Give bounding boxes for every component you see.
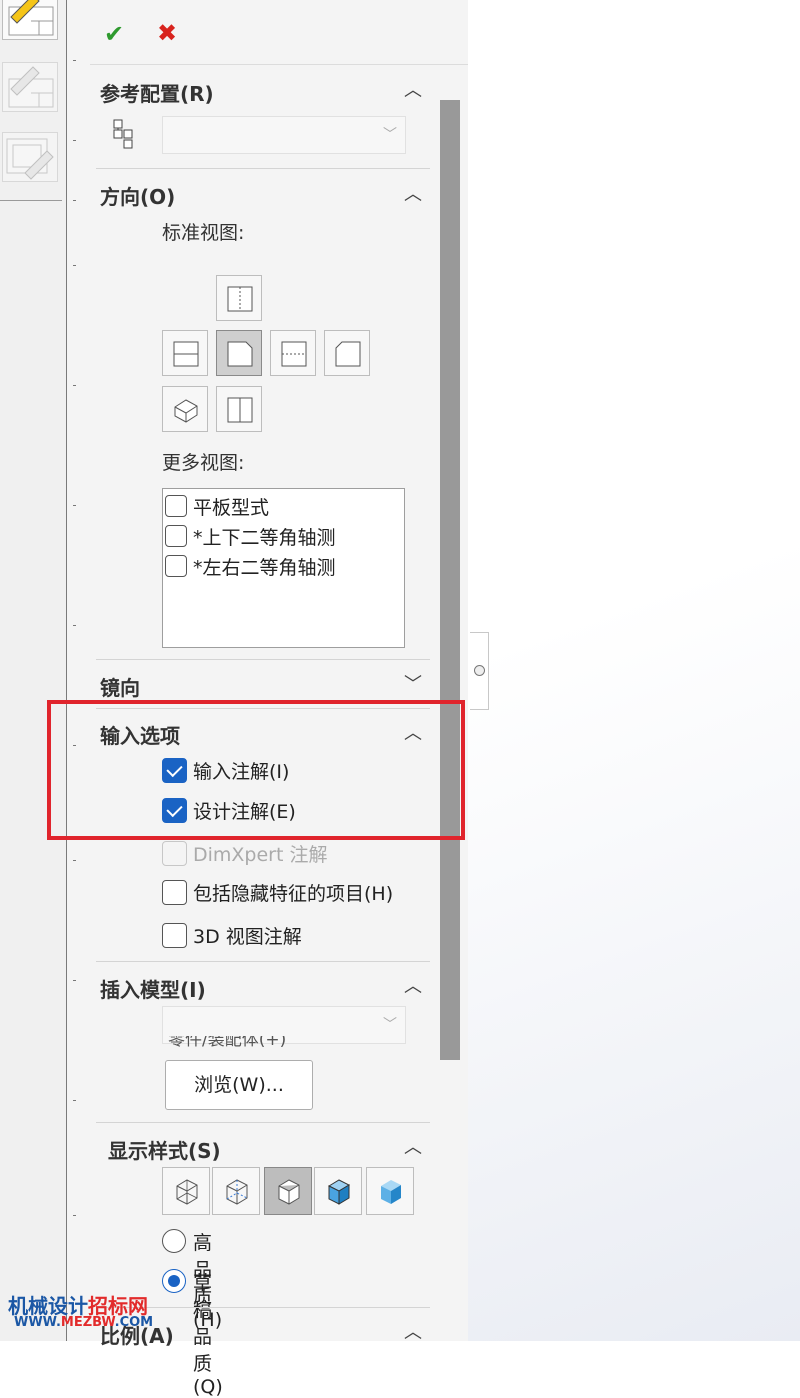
chevron-up-icon[interactable]: ︿: [404, 1133, 422, 1159]
browse-button[interactable]: 浏览(W)...: [165, 1060, 313, 1110]
chevron-up-icon[interactable]: ︿: [404, 972, 422, 998]
edit-sheet-icon[interactable]: [2, 0, 58, 40]
section-title-display-style[interactable]: 显示样式(S): [108, 1135, 221, 1164]
front-view-icon: [173, 341, 199, 367]
back-view-icon: [281, 341, 307, 367]
chevron-up-icon[interactable]: ︿: [404, 76, 422, 102]
checkbox[interactable]: [165, 525, 187, 547]
more-views-list[interactable]: 平板型式 *上下二等角轴测 *左右二等角轴测: [162, 488, 405, 648]
configuration-icon: [112, 118, 136, 154]
checkbox[interactable]: [165, 495, 187, 517]
section-divider: [96, 1122, 430, 1123]
section-title-insert-model[interactable]: 插入模型(I): [100, 974, 206, 1003]
partial-label: 零件/装配体(+): [168, 1036, 287, 1048]
watermark-url: WWW.MEZBW.COM: [14, 1315, 154, 1330]
hidden-lines-removed-icon: [278, 1179, 300, 1205]
annotation-highlight-box: [47, 700, 465, 840]
shaded-with-edges-icon: [327, 1179, 351, 1205]
shaded-with-edges-button[interactable]: [314, 1167, 362, 1215]
vertical-ruler: [66, 0, 92, 1341]
checkbox[interactable]: [162, 923, 187, 948]
toolbar-separator: [0, 200, 62, 201]
section-divider: [96, 659, 430, 660]
section-title-mirror[interactable]: 镜向: [100, 672, 140, 701]
graphics-area[interactable]: [468, 0, 800, 1341]
toolbar-divider: [90, 64, 468, 65]
chevron-down-icon[interactable]: ﹀: [404, 670, 422, 696]
hidden-lines-visible-icon: [226, 1179, 248, 1205]
wireframe-icon: [176, 1179, 198, 1205]
view-right-button[interactable]: [216, 330, 262, 376]
panel-collapse-handle[interactable]: [470, 632, 489, 710]
hidden-lines-visible-button[interactable]: [212, 1167, 260, 1215]
bottom-view-icon: [227, 397, 253, 423]
radio-button[interactable]: [162, 1229, 186, 1253]
chevron-up-icon[interactable]: ︿: [404, 1318, 422, 1344]
hidden-lines-removed-button[interactable]: [264, 1167, 312, 1215]
view-bottom-button[interactable]: [216, 386, 262, 432]
right-view-icon: [227, 341, 253, 367]
section-title-orientation[interactable]: 方向(O): [100, 181, 175, 210]
panel-scrollbar[interactable]: [440, 100, 460, 1060]
checkbox-disabled: [162, 841, 187, 866]
chevron-down-icon: ﹀: [383, 127, 397, 143]
view-top-button[interactable]: [216, 275, 262, 321]
more-views-label: 更多视图:: [162, 452, 245, 474]
view-isometric-button[interactable]: [162, 386, 208, 432]
edit-sheet-format-icon[interactable]: [2, 62, 58, 112]
wireframe-button[interactable]: [162, 1167, 210, 1215]
standard-views-label: 标准视图:: [162, 222, 245, 244]
chevron-down-icon: ﹀: [383, 1017, 397, 1033]
checkbox[interactable]: [165, 555, 187, 577]
section-title-reference-config[interactable]: 参考配置(R): [100, 78, 214, 107]
cancel-button[interactable]: ✖: [157, 19, 177, 47]
grip-dot-icon: [474, 665, 485, 676]
top-view-icon: [227, 286, 253, 312]
ok-button[interactable]: ✔: [104, 20, 124, 48]
isometric-view-icon: [174, 399, 198, 423]
view-front-button[interactable]: [162, 330, 208, 376]
section-divider: [96, 168, 430, 169]
view-back-button[interactable]: [270, 330, 316, 376]
chevron-up-icon[interactable]: ︿: [404, 180, 422, 206]
section-divider: [96, 961, 430, 962]
left-view-icon: [335, 341, 361, 367]
checkbox[interactable]: [162, 880, 187, 905]
radio-button-selected[interactable]: [162, 1269, 186, 1293]
left-tool-strip: [0, 0, 67, 1341]
sheet-properties-icon[interactable]: [2, 132, 58, 182]
shaded-icon: [381, 1180, 401, 1204]
reference-config-dropdown[interactable]: ﹀: [162, 116, 406, 154]
shaded-button[interactable]: [366, 1167, 414, 1215]
view-left-button[interactable]: [324, 330, 370, 376]
